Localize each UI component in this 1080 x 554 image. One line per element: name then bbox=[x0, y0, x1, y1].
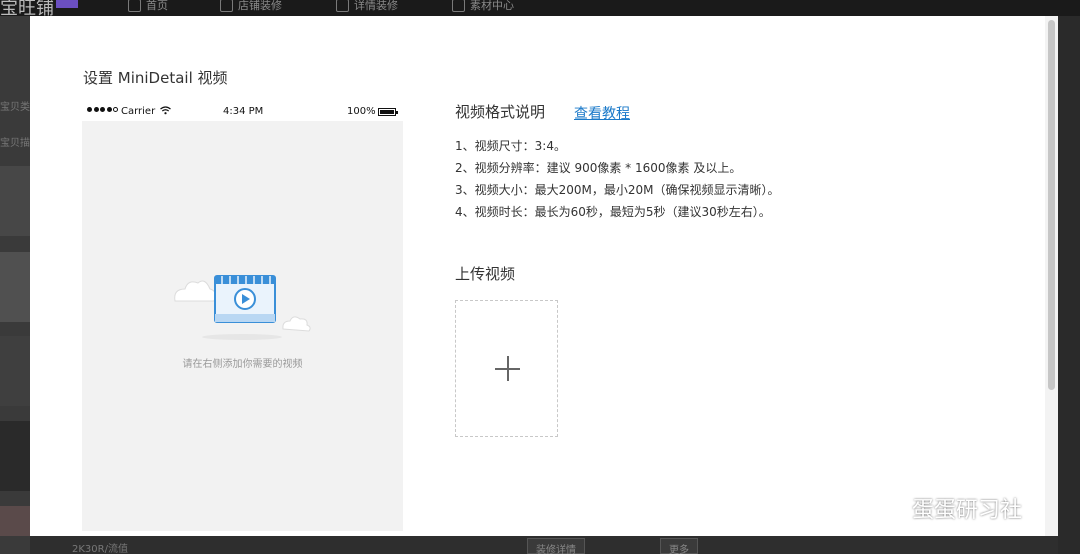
background-thumbnail bbox=[0, 336, 30, 406]
background-left-strip: 宝贝类 宝贝描 bbox=[0, 16, 30, 554]
format-rules-list: 1、视频尺寸：3:4。 2、视频分辨率：建议 900像素 * 1600像素 及以… bbox=[455, 135, 780, 223]
upload-video-button[interactable] bbox=[455, 300, 558, 437]
background-nav-store: 店铺装修 bbox=[220, 0, 282, 16]
image-icon bbox=[452, 0, 465, 12]
background-bottom-text: 2K30R/流值 bbox=[72, 544, 128, 554]
document-icon bbox=[336, 0, 349, 12]
background-right-strip bbox=[1058, 16, 1080, 554]
background-left-text: 宝贝类 bbox=[0, 102, 30, 113]
background-bottom-bar: 2K30R/流值 装修详情 更多 bbox=[30, 536, 1058, 554]
background-nav-home: 首页 bbox=[128, 0, 168, 16]
background-left-text: 宝贝描 bbox=[0, 138, 30, 149]
format-rule: 1、视频尺寸：3:4。 bbox=[455, 139, 566, 153]
watermark-text: 蛋蛋研习社 bbox=[912, 498, 1023, 523]
watermark: 蛋蛋研习社 bbox=[858, 490, 1022, 526]
wechat-icon bbox=[860, 492, 901, 523]
status-time: 4:34 PM bbox=[223, 106, 264, 117]
empty-hint: 请在右侧添加你需要的视频 bbox=[182, 359, 303, 370]
view-tutorial-link[interactable]: 查看教程 bbox=[574, 103, 630, 123]
background-logo: 宝旺铺 bbox=[0, 0, 54, 16]
format-rule: 3、视频大小：最大200M，最小20M（确保视频显示清晰）。 bbox=[455, 183, 780, 197]
store-icon bbox=[220, 0, 233, 12]
scrollbar-thumb[interactable] bbox=[1048, 20, 1055, 390]
format-rule: 2、视频分辨率：建议 900像素 * 1600像素 及以上。 bbox=[455, 161, 742, 175]
background-logo-badge bbox=[56, 0, 78, 8]
background-thumbnail bbox=[0, 166, 30, 236]
upload-section-title: 上传视频 bbox=[455, 265, 516, 283]
background-topbar: 宝旺铺 首页 店铺装修 详情装修 素材中心 bbox=[0, 0, 1080, 16]
wifi-icon bbox=[160, 106, 171, 118]
video-settings-modal: 设置 MiniDetail 视频 Carrier 4:34 PM 100% 请在… bbox=[30, 16, 1058, 536]
modal-title: 设置 MiniDetail 视频 bbox=[83, 69, 228, 87]
background-thumbnail bbox=[0, 252, 30, 322]
phone-preview: Carrier 4:34 PM 100% 请在右侧添加你需要的视频 bbox=[82, 103, 403, 531]
background-more-button: 更多 bbox=[660, 538, 698, 554]
background-thumbnail bbox=[0, 506, 30, 536]
phone-status-bar: Carrier 4:34 PM 100% bbox=[82, 103, 403, 121]
background-nav-material: 素材中心 bbox=[452, 0, 514, 16]
background-detail-button: 装修详情 bbox=[527, 538, 585, 554]
battery-icon bbox=[378, 108, 398, 116]
plus-icon bbox=[507, 356, 509, 381]
format-section-title: 视频格式说明 bbox=[455, 103, 546, 121]
signal-icon bbox=[87, 107, 118, 112]
modal-scrollbar[interactable] bbox=[1045, 16, 1058, 536]
home-icon bbox=[128, 0, 141, 12]
format-rule: 4、视频时长：最长为60秒，最短为5秒（建议30秒左右）。 bbox=[455, 205, 771, 219]
video-placeholder-icon bbox=[174, 275, 311, 340]
battery-percent: 100% bbox=[347, 106, 376, 117]
background-thumbnail bbox=[0, 421, 30, 491]
carrier-label: Carrier bbox=[121, 106, 156, 117]
background-nav-detail: 详情装修 bbox=[336, 0, 398, 16]
